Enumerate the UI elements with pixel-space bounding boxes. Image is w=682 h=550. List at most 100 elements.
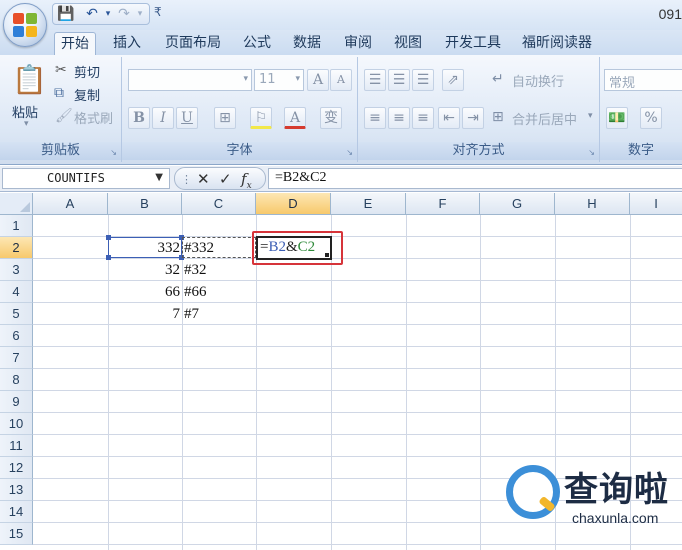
clipboard-group-label: 剪贴板 bbox=[0, 142, 121, 160]
italic-button[interactable]: I bbox=[152, 107, 174, 129]
tab-insert[interactable]: 插入 bbox=[107, 32, 147, 55]
increase-indent-icon[interactable]: ⇥ bbox=[462, 107, 484, 129]
clipboard-dialog-launcher-icon[interactable]: ↘ bbox=[110, 148, 117, 157]
cell-b3[interactable]: 32 bbox=[108, 259, 182, 281]
row-header-5[interactable]: 5 bbox=[0, 303, 33, 325]
tab-data[interactable]: 数据 bbox=[287, 32, 327, 55]
row-header-13[interactable]: 13 bbox=[0, 479, 33, 501]
number-group: 常规 💵 % 数字 bbox=[600, 57, 682, 162]
name-box[interactable]: COUNTIFS ▼ bbox=[2, 168, 170, 189]
gridline bbox=[33, 390, 682, 391]
format-painter-icon: 🖌 bbox=[55, 108, 73, 124]
currency-icon[interactable]: 💵 bbox=[606, 107, 628, 129]
watermark: 查询啦 chaxunla.com bbox=[506, 462, 682, 532]
paste-dropdown-icon[interactable]: ▾ bbox=[24, 119, 29, 129]
column-header-g[interactable]: G bbox=[480, 193, 555, 215]
underline-button[interactable]: U bbox=[176, 107, 198, 129]
tab-review[interactable]: 审阅 bbox=[338, 32, 378, 55]
column-header-f[interactable]: F bbox=[406, 193, 480, 215]
row-header-3[interactable]: 3 bbox=[0, 259, 33, 281]
watermark-en-text: chaxunla.com bbox=[572, 510, 659, 526]
column-header-e[interactable]: E bbox=[331, 193, 406, 215]
tab-foxit-reader[interactable]: 福昕阅读器 bbox=[516, 32, 598, 55]
name-box-dropdown-icon[interactable]: ▼ bbox=[155, 172, 163, 183]
orientation-icon[interactable]: ⇗ bbox=[442, 69, 464, 91]
align-top-icon[interactable]: ☰ bbox=[364, 69, 386, 91]
phonetic-icon[interactable]: 变 bbox=[320, 107, 342, 129]
grow-font-button[interactable]: A bbox=[307, 69, 329, 91]
column-header-a[interactable]: A bbox=[33, 193, 108, 215]
save-icon[interactable]: 💾 bbox=[57, 6, 75, 23]
number-group-label: 数字 bbox=[600, 142, 682, 160]
align-middle-icon[interactable]: ☰ bbox=[388, 69, 410, 91]
copy-button[interactable]: 复制 bbox=[74, 85, 100, 104]
row-header-4[interactable]: 4 bbox=[0, 281, 33, 303]
cell-b4[interactable]: 66 bbox=[108, 281, 182, 303]
enter-check-icon[interactable]: ✓ bbox=[219, 170, 232, 188]
select-all-corner[interactable] bbox=[0, 193, 33, 215]
cell-c4[interactable]: #66 bbox=[182, 281, 256, 303]
row-header-11[interactable]: 11 bbox=[0, 435, 33, 457]
watermark-cn-text: 查询啦 bbox=[564, 470, 669, 510]
font-size-combo[interactable]: 11 ▾ bbox=[254, 69, 304, 91]
row-header-6[interactable]: 6 bbox=[0, 325, 33, 347]
cell-c3[interactable]: #32 bbox=[182, 259, 256, 281]
format-painter-button[interactable]: 格式刷 bbox=[74, 108, 113, 127]
align-center-icon[interactable]: ≡ bbox=[388, 107, 410, 129]
column-header-b[interactable]: B bbox=[108, 193, 182, 215]
tab-formulas[interactable]: 公式 bbox=[237, 32, 277, 55]
percent-button[interactable]: % bbox=[640, 107, 662, 129]
align-bottom-icon[interactable]: ☰ bbox=[412, 69, 434, 91]
row-header-15[interactable]: 15 bbox=[0, 523, 33, 545]
reference-border-b2 bbox=[106, 235, 184, 260]
column-header-c[interactable]: C bbox=[182, 193, 256, 215]
row-header-14[interactable]: 14 bbox=[0, 501, 33, 523]
formula-input[interactable]: =B2&C2 bbox=[268, 168, 682, 189]
column-header-d[interactable]: D bbox=[256, 193, 331, 215]
font-name-combo[interactable]: ▾ bbox=[128, 69, 252, 91]
column-header-h[interactable]: H bbox=[555, 193, 630, 215]
borders-icon[interactable]: ⊞ bbox=[214, 107, 236, 129]
alignment-group: ☰ ☰ ☰ ⇗ ↵ 自动换行 ≡ ≡ ≡ ⇤ ⇥ ⊞ 合并后居中 ▾ 对齐方式 … bbox=[358, 57, 600, 162]
customize-qat-icon[interactable]: ₹ bbox=[154, 5, 162, 19]
font-dialog-launcher-icon[interactable]: ↘ bbox=[346, 148, 353, 157]
quick-access-toolbar: 💾 ↶ ▾ ↷ ▾ bbox=[52, 3, 150, 25]
number-format-combo[interactable]: 常规 bbox=[604, 69, 682, 91]
cancel-icon[interactable]: ✕ bbox=[197, 170, 210, 188]
row-header-9[interactable]: 9 bbox=[0, 391, 33, 413]
align-right-icon[interactable]: ≡ bbox=[412, 107, 434, 129]
redo-dropdown-icon[interactable]: ▾ bbox=[131, 6, 149, 23]
row-header-1[interactable]: 1 bbox=[0, 215, 33, 237]
scissors-icon: ✂ bbox=[55, 62, 67, 78]
row-header-8[interactable]: 8 bbox=[0, 369, 33, 391]
tab-page-layout[interactable]: 页面布局 bbox=[159, 32, 227, 55]
merge-dropdown-icon[interactable]: ▾ bbox=[588, 111, 593, 121]
row-header-12[interactable]: 12 bbox=[0, 457, 33, 479]
bold-button[interactable]: B bbox=[128, 107, 150, 129]
reference-border-c2 bbox=[182, 237, 256, 258]
fill-color-icon[interactable]: ⚐ bbox=[250, 107, 272, 129]
cut-button[interactable]: 剪切 bbox=[74, 62, 100, 81]
insert-function-icon[interactable]: fx bbox=[241, 170, 252, 191]
column-header-i[interactable]: I bbox=[630, 193, 682, 215]
alignment-dialog-launcher-icon[interactable]: ↘ bbox=[588, 148, 595, 157]
paste-icon[interactable]: 📋 bbox=[12, 63, 47, 96]
row-header-2[interactable]: 2 bbox=[0, 237, 33, 259]
shrink-font-button[interactable]: A bbox=[330, 69, 352, 91]
resize-handle[interactable] bbox=[106, 255, 111, 260]
wrap-text-button[interactable]: 自动换行 bbox=[512, 71, 564, 90]
tab-view[interactable]: 视图 bbox=[388, 32, 428, 55]
align-left-icon[interactable]: ≡ bbox=[364, 107, 386, 129]
font-color-button[interactable]: A bbox=[284, 107, 306, 129]
cell-b5[interactable]: 7 bbox=[108, 303, 182, 325]
row-header-7[interactable]: 7 bbox=[0, 347, 33, 369]
alignment-group-label: 对齐方式 bbox=[358, 142, 599, 160]
tab-developer[interactable]: 开发工具 bbox=[439, 32, 507, 55]
tab-home[interactable]: 开始 bbox=[54, 32, 96, 55]
row-header-10[interactable]: 10 bbox=[0, 413, 33, 435]
office-button[interactable] bbox=[3, 3, 47, 47]
cell-c5[interactable]: #7 bbox=[182, 303, 256, 325]
decrease-indent-icon[interactable]: ⇤ bbox=[438, 107, 460, 129]
merge-center-button[interactable]: 合并后居中 bbox=[512, 109, 577, 128]
resize-handle[interactable] bbox=[106, 235, 111, 240]
